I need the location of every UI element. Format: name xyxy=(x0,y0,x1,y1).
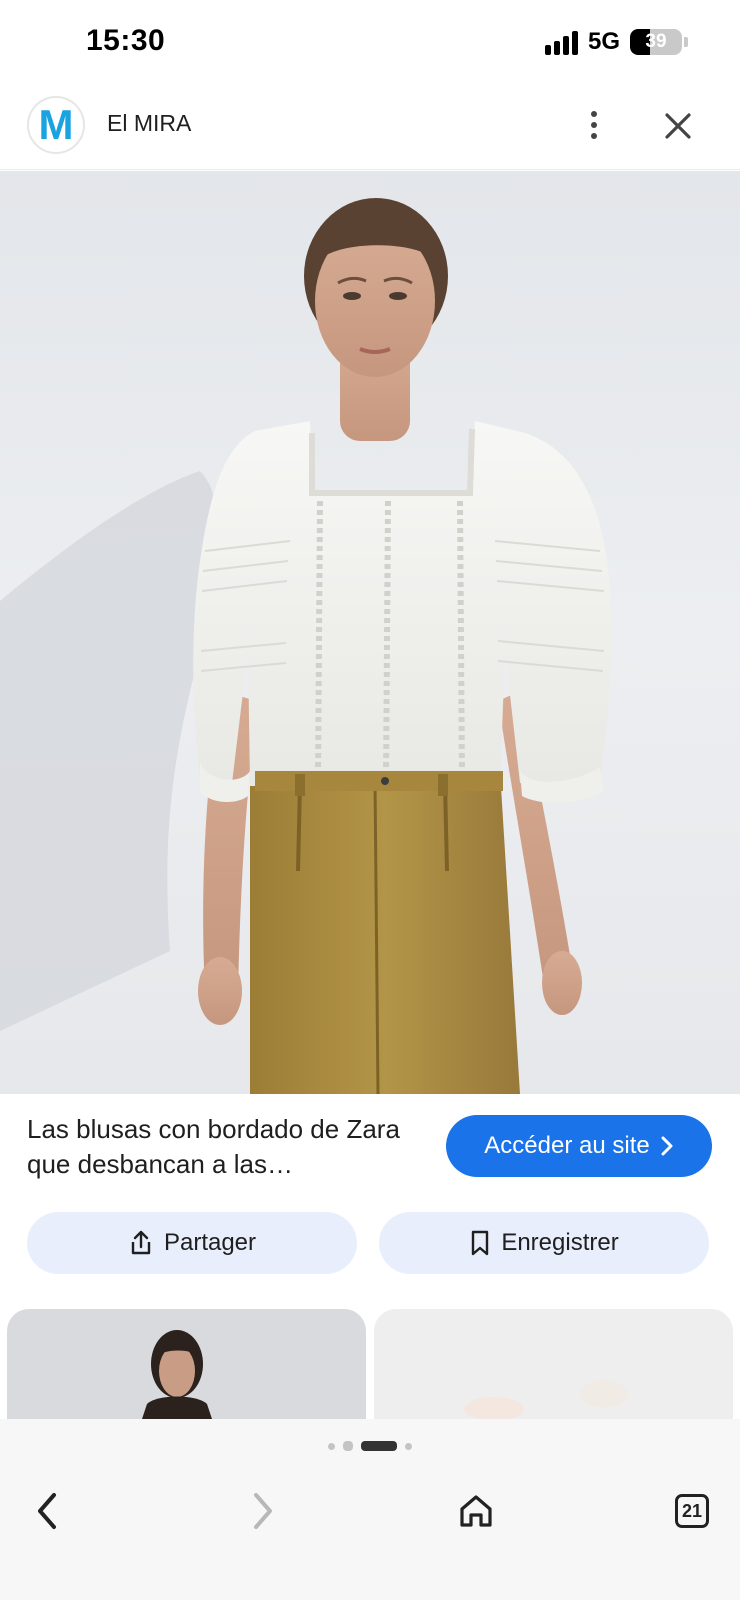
related-image xyxy=(464,1380,628,1419)
status-time: 15:30 xyxy=(86,24,166,57)
status-bar: 15:30 5G 39 xyxy=(0,0,740,90)
visit-site-button[interactable]: Accéder au site xyxy=(446,1115,712,1177)
tabs-count: 21 xyxy=(675,1494,709,1528)
share-button[interactable]: Partager xyxy=(27,1212,357,1274)
battery-cap xyxy=(684,37,688,47)
tabs-button[interactable]: 21 xyxy=(660,1479,724,1543)
share-icon xyxy=(131,1230,151,1255)
result-image[interactable] xyxy=(0,171,740,1094)
back-arrow-icon xyxy=(38,1493,56,1529)
site-logo[interactable]: M xyxy=(27,96,85,154)
related-image xyxy=(142,1330,212,1419)
share-label: Partager xyxy=(163,1229,257,1256)
battery-icon: 39 xyxy=(630,29,682,55)
back-button[interactable] xyxy=(16,1479,80,1543)
forward-button[interactable] xyxy=(230,1479,294,1543)
status-indicators: 5G 39 xyxy=(544,28,688,56)
signal-icon xyxy=(544,29,578,55)
related-result-thumbnail[interactable] xyxy=(374,1309,733,1419)
more-options-button[interactable] xyxy=(570,100,618,150)
more-vert-icon xyxy=(591,111,597,117)
site-name[interactable]: El MIRA xyxy=(107,110,191,137)
result-title[interactable]: Las blusas con bordado de Zara que desba… xyxy=(27,1112,407,1182)
site-logo-letter: M xyxy=(38,101,74,148)
home-icon xyxy=(460,1495,492,1527)
viewer-header: M El MIRA xyxy=(0,90,740,170)
close-button[interactable] xyxy=(654,102,702,150)
battery-percent: 39 xyxy=(645,31,667,52)
related-result-thumbnail[interactable] xyxy=(7,1309,366,1419)
network-type: 5G xyxy=(587,28,620,55)
browser-bottom-bar: 21 xyxy=(0,1419,740,1600)
chevron-right-icon xyxy=(661,1136,673,1156)
home-button[interactable] xyxy=(444,1479,508,1543)
visit-site-label: Accéder au site xyxy=(484,1132,650,1159)
page-indicator xyxy=(0,1441,740,1451)
bookmark-icon xyxy=(472,1230,489,1256)
save-button[interactable]: Enregistrer xyxy=(379,1212,709,1274)
forward-arrow-icon xyxy=(254,1493,272,1529)
close-icon xyxy=(665,113,691,139)
model-photo xyxy=(0,198,612,1094)
save-label: Enregistrer xyxy=(501,1229,619,1256)
